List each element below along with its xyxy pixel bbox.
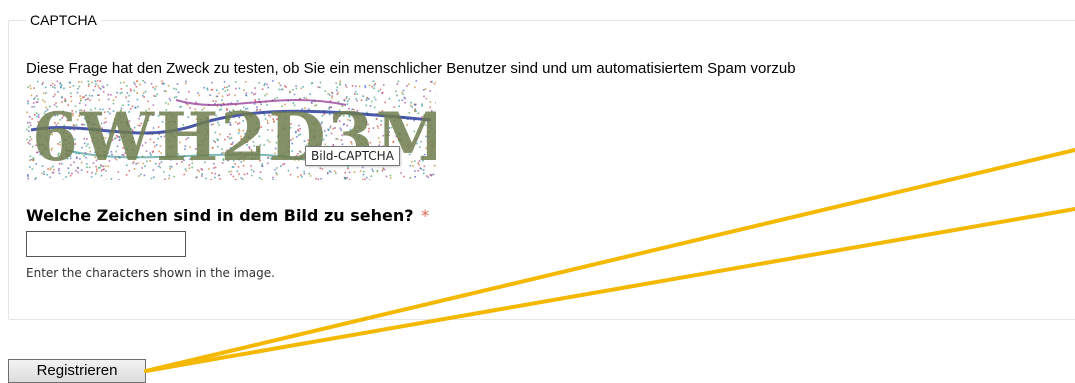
captcha-response-input[interactable] [26, 231, 186, 257]
captcha-help-text: Enter the characters shown in the image. [26, 266, 275, 280]
captcha-description: Diese Frage hat den Zweck zu testen, ob … [26, 60, 796, 77]
required-mark: * [421, 206, 429, 225]
captcha-image-tooltip: Bild-CAPTCHA [305, 146, 400, 166]
captcha-field-label: Welche Zeichen sind in dem Bild zu sehen… [26, 206, 429, 225]
captcha-legend: CAPTCHA [26, 12, 101, 28]
captcha-field-label-text: Welche Zeichen sind in dem Bild zu sehen… [26, 206, 414, 225]
register-button[interactable]: Registrieren [8, 359, 146, 383]
